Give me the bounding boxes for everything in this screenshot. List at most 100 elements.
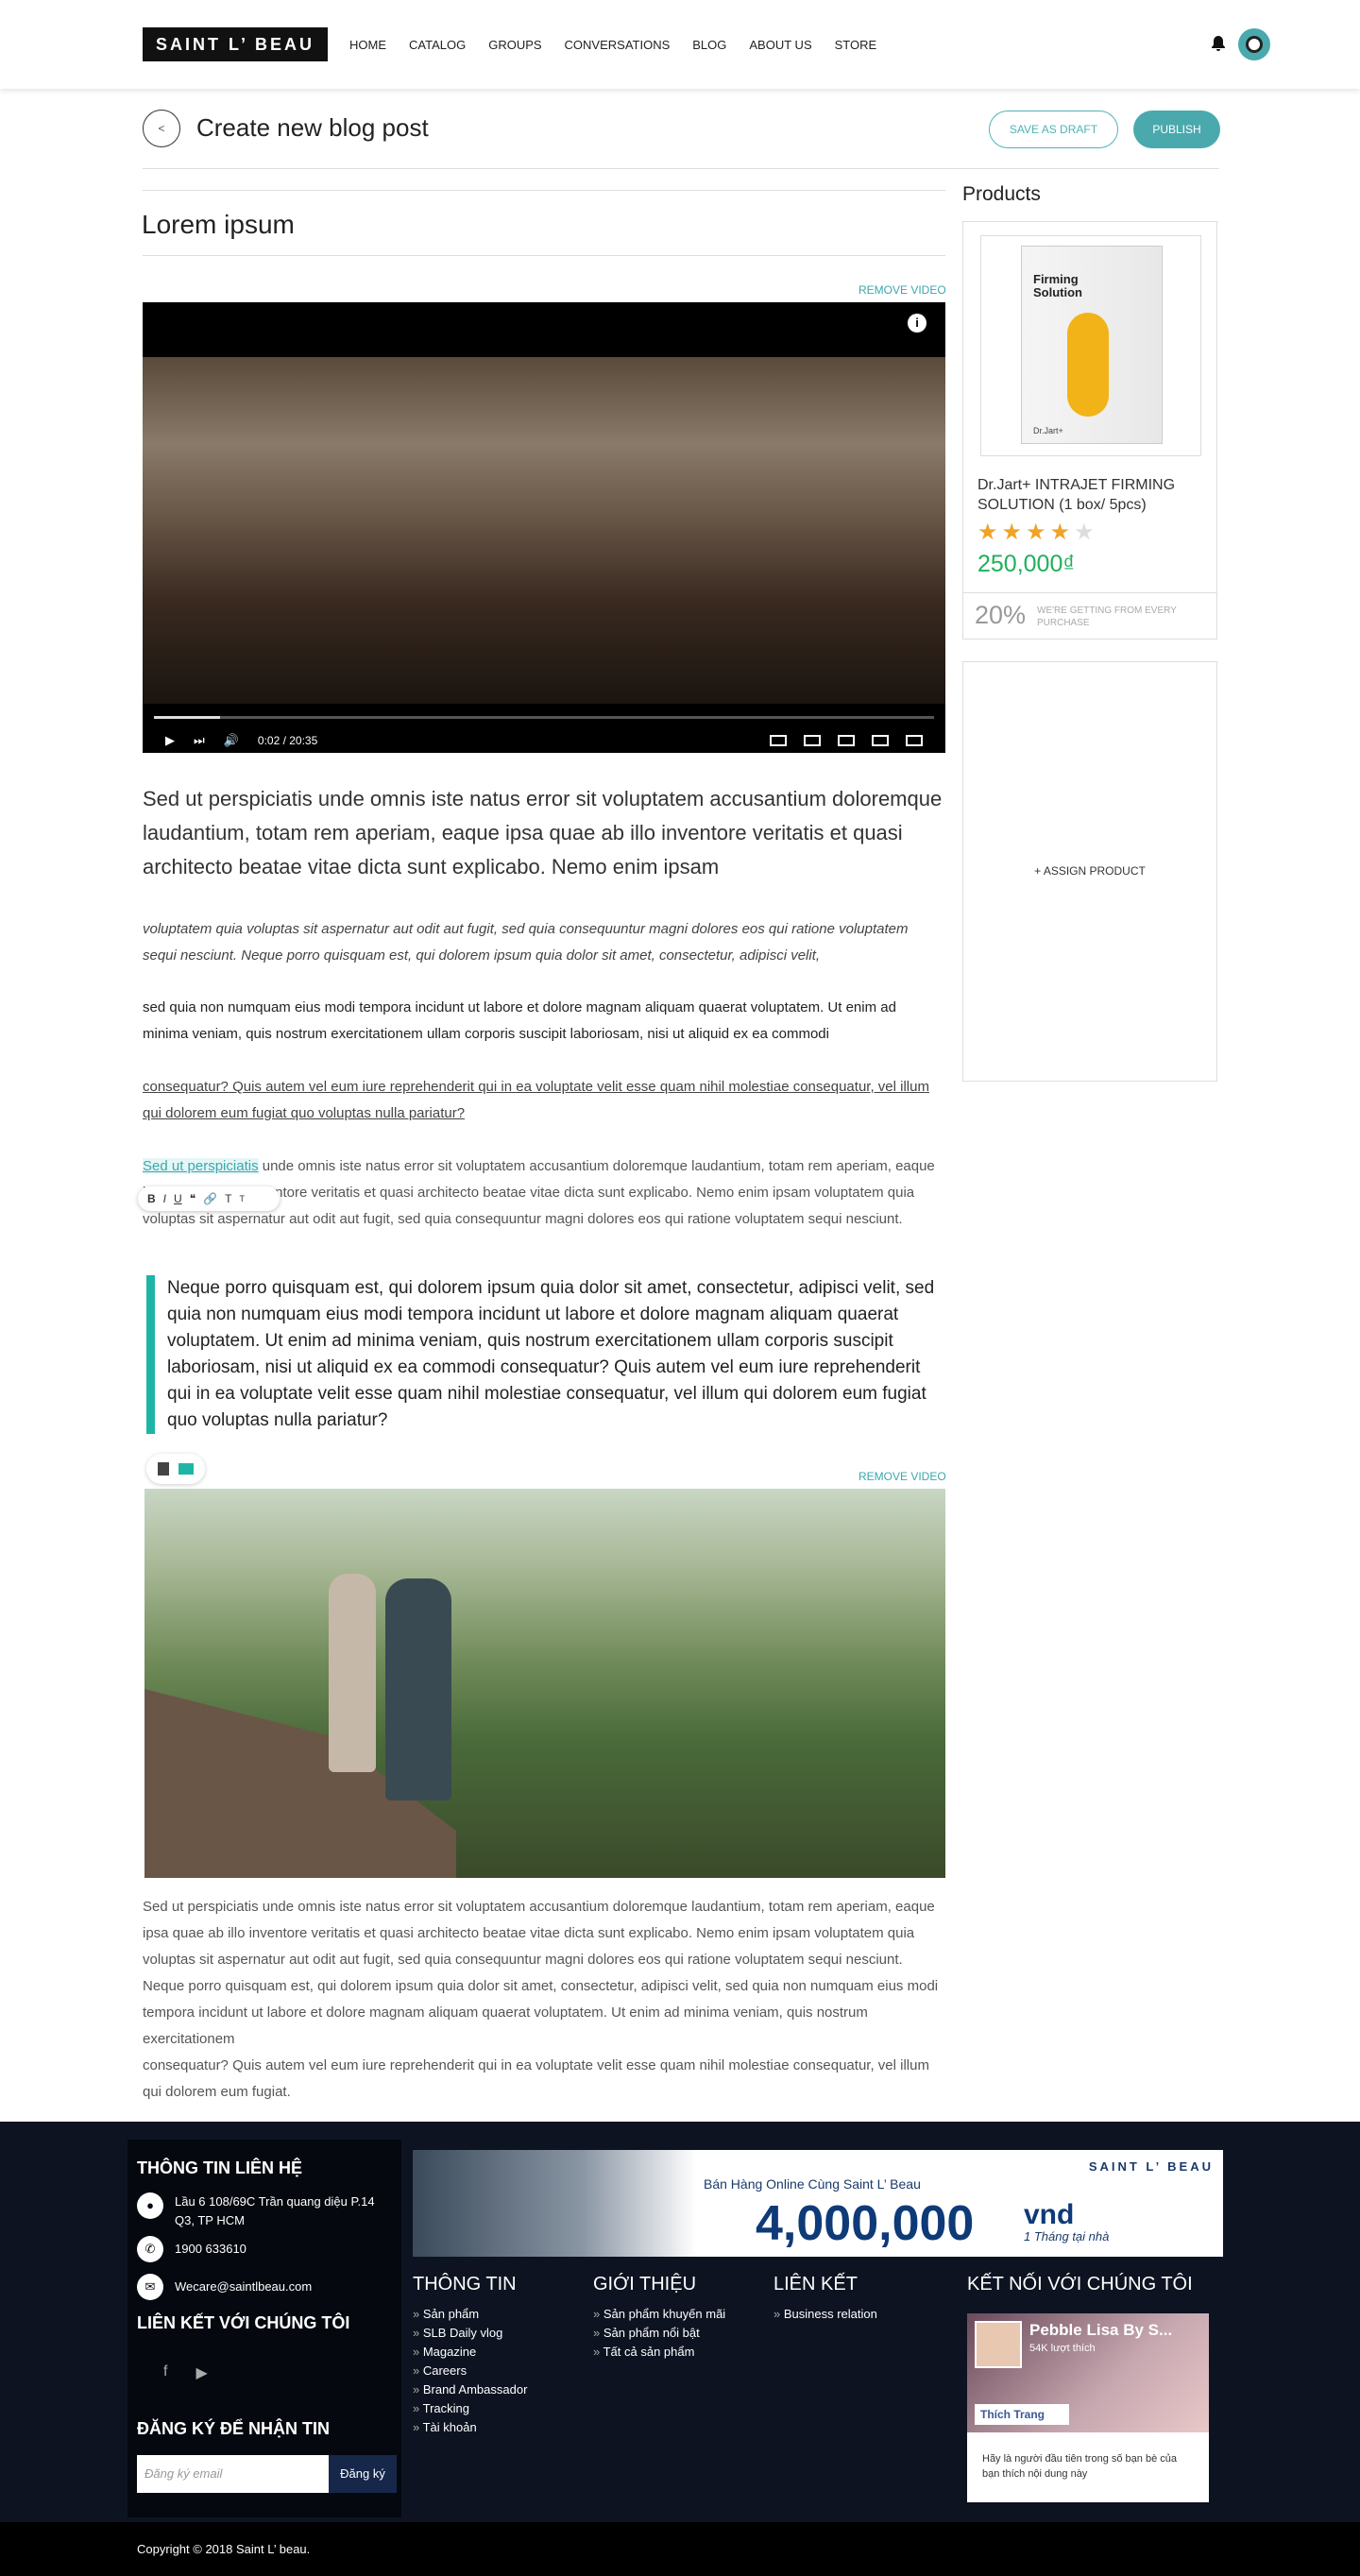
page-title: Create new blog post [196,113,429,142]
youtube-icon[interactable]: ▶ [196,2363,207,2382]
save-draft-button[interactable]: SAVE AS DRAFT [989,111,1118,148]
location-icon: ● [137,2192,163,2219]
lead-paragraph[interactable]: Sed ut perspiciatis unde omnis iste natu… [143,782,945,884]
publish-button[interactable]: PUBLISH [1133,111,1220,148]
contact-title: THÔNG TIN LIÊN HỆ [137,2158,302,2177]
link-icon[interactable]: 🔗 [203,1192,217,1205]
rating-stars: ★★★★★ [978,519,1098,546]
play-icon[interactable]: ▶ [165,733,175,748]
footer-link[interactable]: Magazine [413,2343,527,2362]
fullscreen-icon[interactable] [906,735,923,746]
banner-unit: vnd [1024,2199,1075,2230]
star-empty-icon: ★ [1074,520,1098,545]
phone-line: ✆ 1900 633610 [137,2236,392,2262]
volume-icon[interactable]: 🔊 [224,733,239,748]
copyright: Copyright © 2018 Saint L’ beau. [0,2522,1360,2576]
subscribe-button[interactable]: Đăng ký [329,2455,397,2493]
miniplayer-icon[interactable] [838,735,855,746]
text-large-button[interactable]: T [225,1192,231,1205]
footer-link[interactable]: Careers [413,2362,527,2380]
next-icon[interactable]: ⏭ [194,733,205,748]
email-field[interactable]: Đăng ký email [137,2455,329,2493]
col-title: KẾT NỐI VỚI CHÚNG TÔI [967,2274,1193,2295]
underline-button[interactable]: U [174,1192,182,1205]
back-button[interactable]: < [143,110,180,147]
star-icon: ★ [1049,520,1075,545]
box-title: Firming Solution [1033,272,1082,299]
nav-groups[interactable]: GROUPS [488,38,541,52]
banner-brand: SAINT L’ BEAU [1088,2159,1214,2174]
footer-link[interactable]: Tracking [413,2399,527,2418]
info-icon[interactable]: i [908,314,926,333]
product-name[interactable]: Dr.Jart+ INTRAJET FIRMING SOLUTION (1 bo… [978,475,1204,515]
col-title: GIỚI THIỆU [593,2274,697,2295]
video-frame [143,357,945,704]
social-links: f ▶ [163,2363,208,2382]
selected-link[interactable]: Sed ut perspiciatis [143,1158,259,1174]
product-box: Firming Solution Dr.Jart+ [1021,246,1163,444]
fb-like-button[interactable]: Thích Trang [975,2404,1069,2425]
product-image: Firming Solution Dr.Jart+ [980,235,1201,456]
fb-page-avatar [975,2321,1022,2368]
italic-button[interactable]: I [163,1192,166,1205]
post-title-input[interactable]: Lorem ipsum [142,210,295,240]
delete-icon[interactable] [158,1462,169,1476]
footer-link[interactable]: SLB Daily vlog [413,2324,527,2343]
footer: THÔNG TIN LIÊN HỆ ● Lầu 6 108/69C Trần qu… [0,2122,1360,2522]
fb-page-name[interactable]: Pebble Lisa By S... [1029,2321,1172,2340]
underlined-paragraph[interactable]: consequatur? Quis autem vel eum iure rep… [143,1074,945,1127]
settings-icon[interactable] [804,735,821,746]
footer-link[interactable]: Tất cả sản phẩm [593,2343,725,2362]
image-icon[interactable] [178,1463,194,1475]
footer-link[interactable]: Tài khoản [413,2418,527,2437]
assign-product-button[interactable]: + ASSIGN PRODUCT [962,661,1217,1082]
normal-paragraph[interactable]: sed quia non numquam eius modi tempora i… [143,995,945,1048]
fb-text: Hãy là người đầu tiên trong số bạn bè củ… [982,2453,1177,2480]
promo-banner[interactable]: SAINT L’ BEAU Bán Hàng Online Cùng Saint… [413,2150,1223,2257]
post-image[interactable] [144,1489,945,1878]
main-nav: HOME CATALOG GROUPS CONVERSATIONS BLOG A… [349,38,899,52]
social-title: LIÊN KẾT VỚI CHÚNG TÔI [137,2313,350,2332]
theater-icon[interactable] [872,735,889,746]
footer-link[interactable]: Business relation [774,2305,877,2324]
italic-paragraph[interactable]: voluptatem quia voluptas sit aspernatur … [143,916,945,969]
remove-video-button[interactable]: REMOVE VIDEO [858,283,946,297]
footer-link[interactable]: Sản phẩm khuyến mãi [593,2305,725,2324]
contact-panel: THÔNG TIN LIÊN HỆ ● Lầu 6 108/69C Trần qu… [128,2140,401,2517]
discount-percent: 20% [975,601,1027,629]
video-progress[interactable] [154,716,934,719]
bold-button[interactable]: B [147,1192,156,1205]
banner-amount: 4,000,000 [756,2196,975,2251]
nav-home[interactable]: HOME [349,38,386,52]
remove-video-button-2[interactable]: REMOVE VIDEO [858,1470,946,1483]
box-brand: Dr.Jart+ [1033,426,1063,435]
captions-icon[interactable] [770,735,787,746]
nav-about-us[interactable]: ABOUT US [749,38,811,52]
blockquote[interactable]: Neque porro quisquam est, qui dolorem ip… [146,1275,945,1434]
phone[interactable]: 1900 633610 [175,2236,246,2262]
nav-conversations[interactable]: CONVERSATIONS [565,38,671,52]
closing-text-2: consequatur? Quis autem vel eum iure rep… [143,2057,929,2100]
text-small-button[interactable]: T [239,1194,245,1203]
product-card[interactable]: Firming Solution Dr.Jart+ Dr.Jart+ INTRA… [962,221,1217,640]
address: Lầu 6 108/69C Trần quang diệu P.14 Q3, T… [175,2194,375,2227]
facebook-icon[interactable]: f [163,2363,167,2382]
quote-icon[interactable]: ❝ [190,1192,196,1205]
nav-blog[interactable]: BLOG [692,38,726,52]
facebook-widget[interactable]: Pebble Lisa By S... 54K lượt thích Thích… [967,2313,1209,2502]
divider [143,168,1219,169]
logo[interactable]: SAINT L’ BEAU [143,27,328,61]
video-player[interactable]: i ▶ ⏭ 🔊 0:02 / 20:35 [143,302,945,753]
avatar[interactable] [1238,28,1270,60]
footer-link[interactable]: Brand Ambassador [413,2380,528,2399]
footer-link[interactable]: Sản phẩm nổi bật [593,2324,725,2343]
footer-link[interactable]: Sản phẩm [413,2305,527,2324]
nav-store[interactable]: STORE [835,38,877,52]
nav-catalog[interactable]: CATALOG [409,38,466,52]
person-shape [329,1574,376,1772]
fb-likes: 54K lượt thích [1029,2343,1096,2354]
email[interactable]: Wecare@saintlbeau.com [175,2274,312,2300]
footer-col-links: LIÊN KẾT Business relation [774,2274,877,2324]
bell-icon[interactable] [1209,34,1228,53]
closing-paragraph[interactable]: Sed ut perspiciatis unde omnis iste natu… [143,1894,945,2106]
